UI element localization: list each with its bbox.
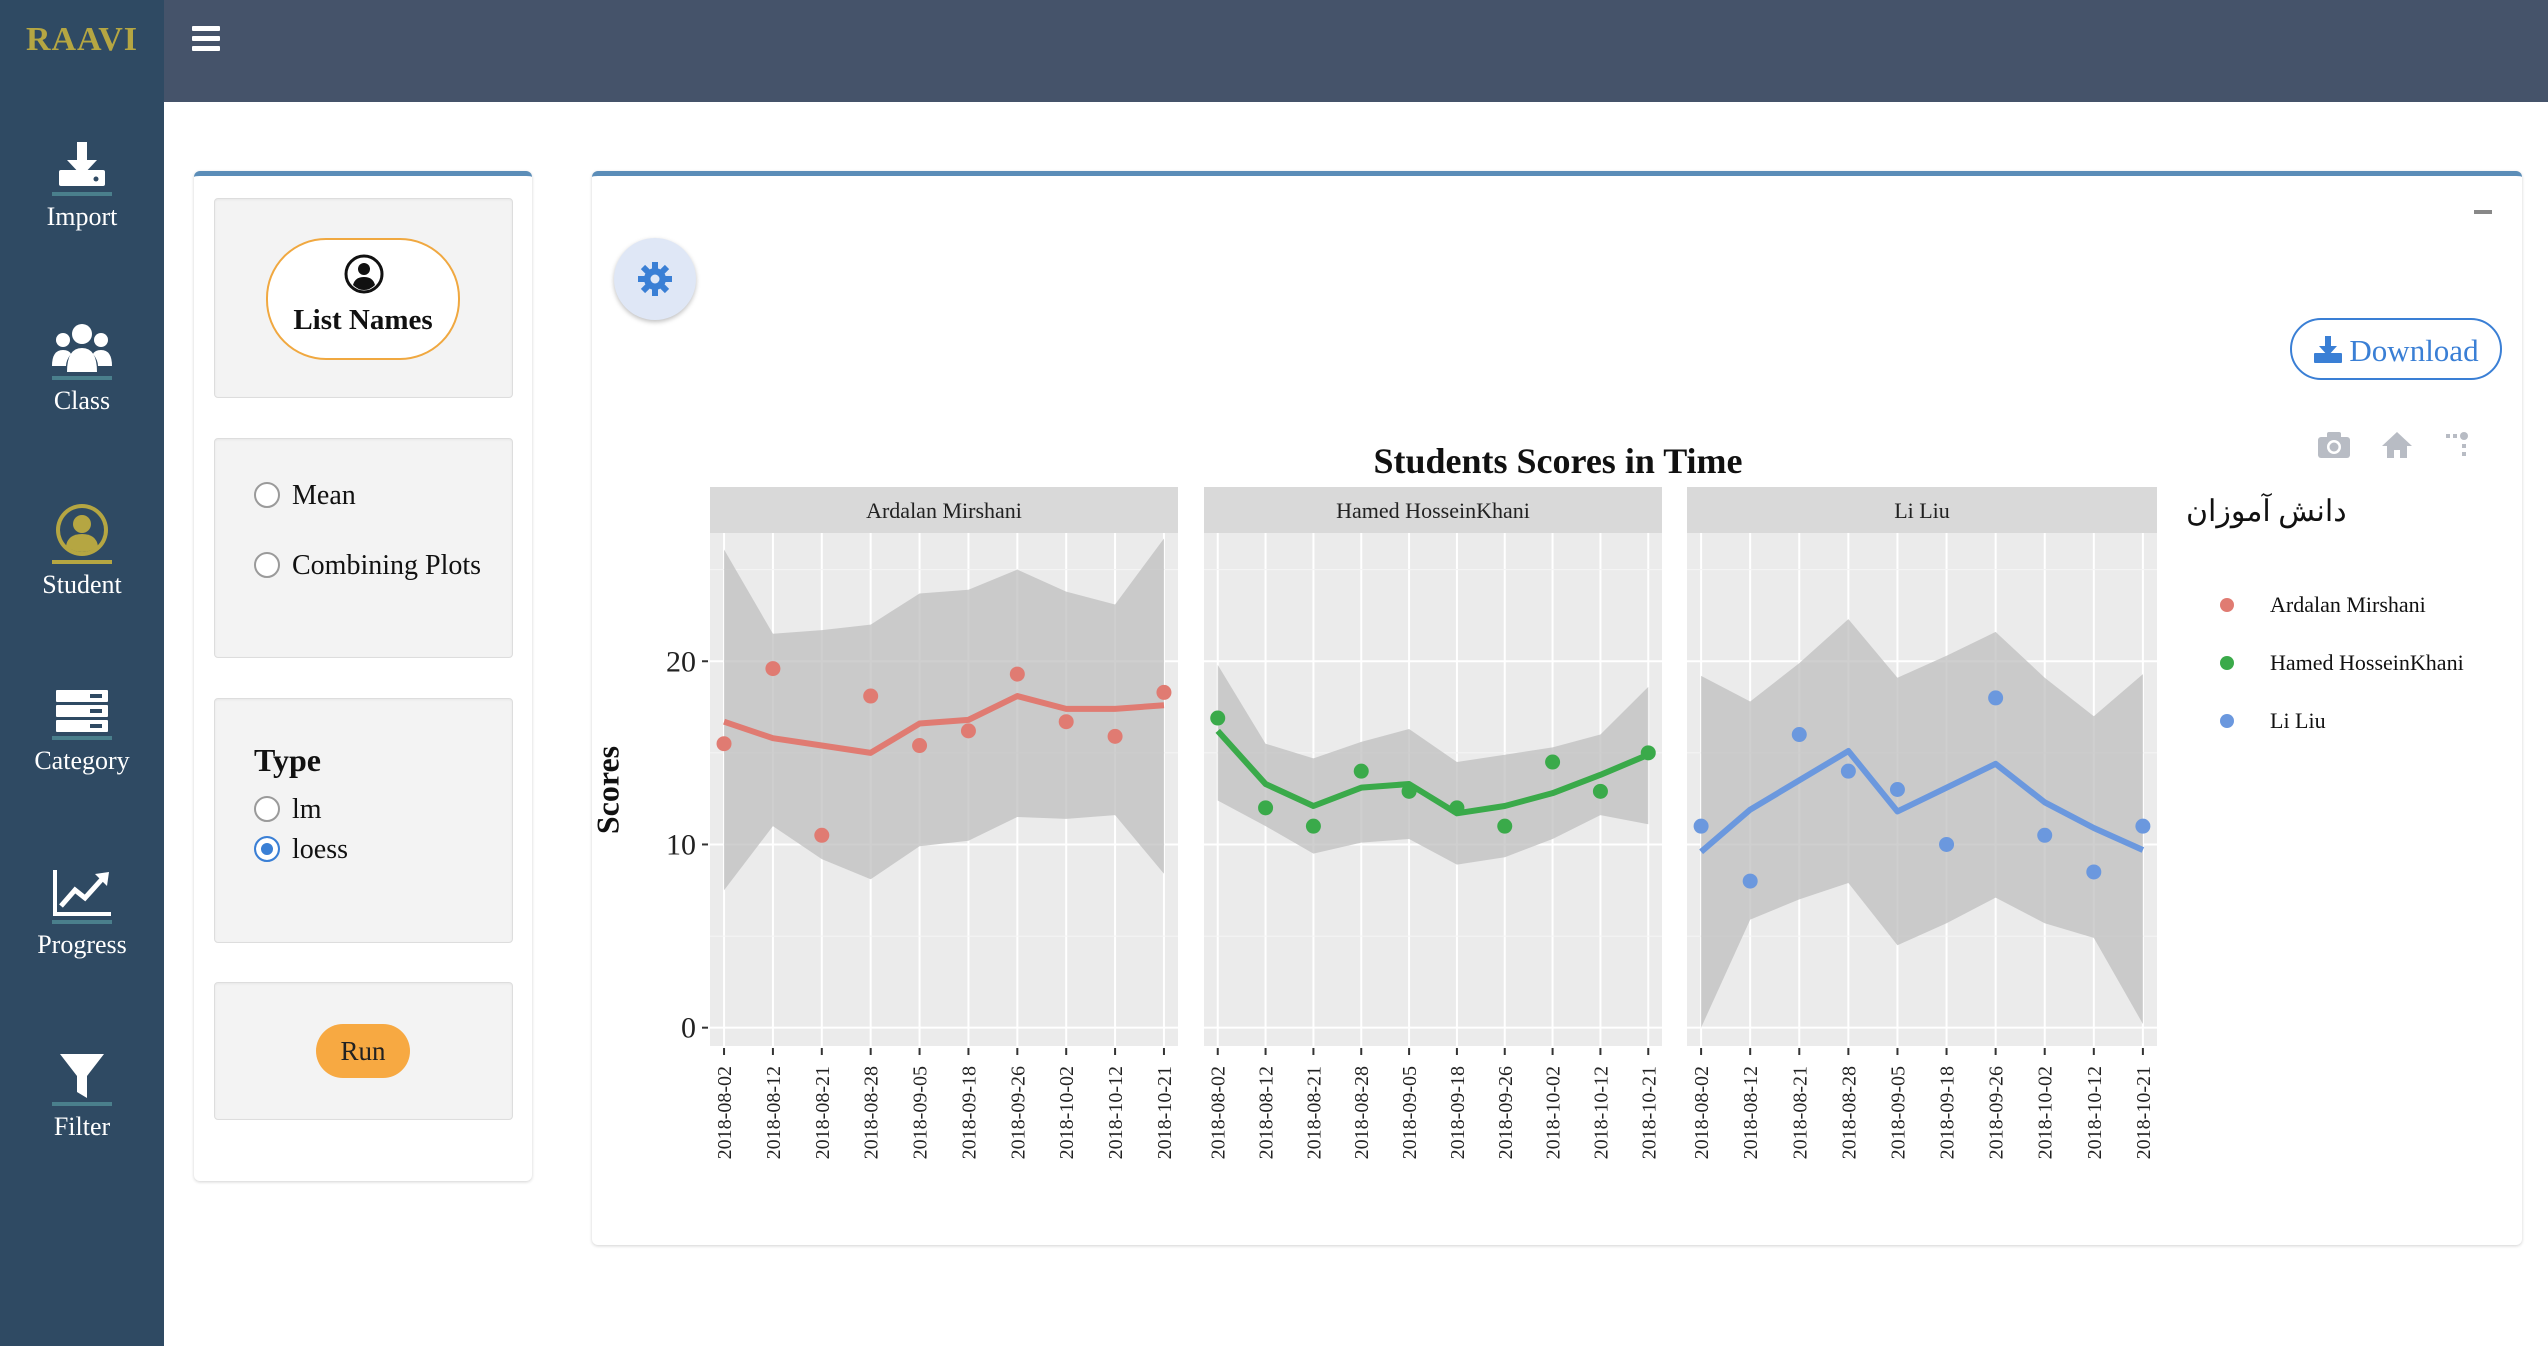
data-point (1497, 818, 1513, 834)
x-tick-label: 2018-08-02 (714, 1066, 736, 1159)
x-tick-label: 2018-10-12 (2084, 1066, 2106, 1159)
data-point (1742, 873, 1758, 889)
x-tick-label: 2018-10-21 (2133, 1066, 2155, 1159)
x-tick-label: 2018-08-12 (1740, 1066, 1762, 1159)
data-point (1258, 800, 1274, 816)
data-point (912, 738, 928, 754)
legend-label: Ardalan Mirshani (2270, 592, 2426, 617)
x-tick-label: 2018-09-26 (1986, 1066, 2008, 1159)
x-tick-label: 2018-09-26 (1007, 1066, 1029, 1159)
data-point (1840, 763, 1856, 779)
data-point (1640, 745, 1656, 761)
x-tick-label: 2018-09-26 (1495, 1066, 1517, 1159)
x-tick-label: 2018-09-05 (910, 1066, 932, 1159)
data-point (1592, 783, 1608, 799)
x-tick-label: 2018-08-21 (1789, 1066, 1811, 1159)
x-tick-label: 2018-08-28 (1838, 1066, 1860, 1159)
data-point (814, 827, 830, 843)
data-point (1693, 818, 1709, 834)
y-tick-label: 10 (666, 828, 696, 861)
data-point (1058, 714, 1074, 730)
facet-strip-label: Ardalan Mirshani (866, 498, 1022, 523)
data-point (1401, 783, 1417, 799)
x-tick-label: 2018-08-02 (1691, 1066, 1713, 1159)
x-tick-label: 2018-09-18 (1937, 1066, 1959, 1159)
data-point (2086, 864, 2102, 880)
data-point (1889, 782, 1905, 797)
x-tick-label: 2018-08-12 (763, 1066, 785, 1159)
x-tick-label: 2018-10-12 (1105, 1066, 1127, 1159)
legend-title: دانش آموزان (2186, 495, 2347, 528)
x-tick-label: 2018-08-21 (812, 1066, 834, 1159)
x-tick-label: 2018-10-21 (1638, 1066, 1660, 1159)
data-point (1107, 728, 1123, 744)
data-point (1156, 684, 1172, 700)
data-point (716, 736, 732, 752)
data-point (960, 723, 976, 739)
x-tick-label: 2018-09-18 (1447, 1066, 1469, 1159)
x-tick-label: 2018-08-21 (1303, 1066, 1325, 1159)
x-tick-label: 2018-08-02 (1208, 1066, 1230, 1159)
data-point (1305, 818, 1321, 834)
data-point (2135, 818, 2151, 834)
data-point (1988, 690, 2004, 706)
legend-label: Li Liu (2270, 708, 2326, 733)
legend-marker (2220, 714, 2234, 728)
x-tick-label: 2018-08-28 (861, 1066, 883, 1159)
x-tick-label: 2018-09-18 (958, 1066, 980, 1159)
data-point (1939, 836, 1955, 852)
y-tick-label: 0 (681, 1012, 696, 1045)
data-point (863, 688, 879, 704)
x-tick-label: 2018-10-02 (1056, 1066, 1078, 1159)
legend-label: Hamed HosseinKhani (2270, 650, 2464, 675)
data-point (1791, 727, 1807, 743)
x-tick-label: 2018-10-12 (1590, 1066, 1612, 1159)
legend-marker (2220, 598, 2234, 612)
data-point (1545, 754, 1561, 770)
y-tick-label: 20 (666, 645, 696, 678)
data-point (2037, 827, 2053, 843)
x-tick-label: 2018-10-21 (1154, 1066, 1176, 1159)
x-tick-label: 2018-08-28 (1351, 1066, 1373, 1159)
x-tick-label: 2018-09-05 (1399, 1066, 1421, 1159)
x-tick-label: 2018-10-02 (2035, 1066, 2057, 1159)
faceted-scatter-chart: 0 10 20 Ardalan Mirshani 2018-08-02 2018-08-1… (666, 487, 2157, 1159)
x-tick-label: 2018-08-12 (1256, 1066, 1278, 1159)
data-point (1210, 710, 1226, 726)
legend-marker (2220, 656, 2234, 670)
facet-strip-label: Hamed HosseinKhani (1336, 498, 1530, 523)
data-point (1449, 800, 1465, 816)
x-tick-label: 2018-10-02 (1543, 1066, 1565, 1159)
data-point (1353, 763, 1369, 779)
x-tick-label: 2018-09-05 (1887, 1066, 1909, 1159)
data-point (1009, 666, 1025, 682)
data-point (765, 661, 781, 677)
facet-strip-label: Li Liu (1894, 498, 1950, 523)
